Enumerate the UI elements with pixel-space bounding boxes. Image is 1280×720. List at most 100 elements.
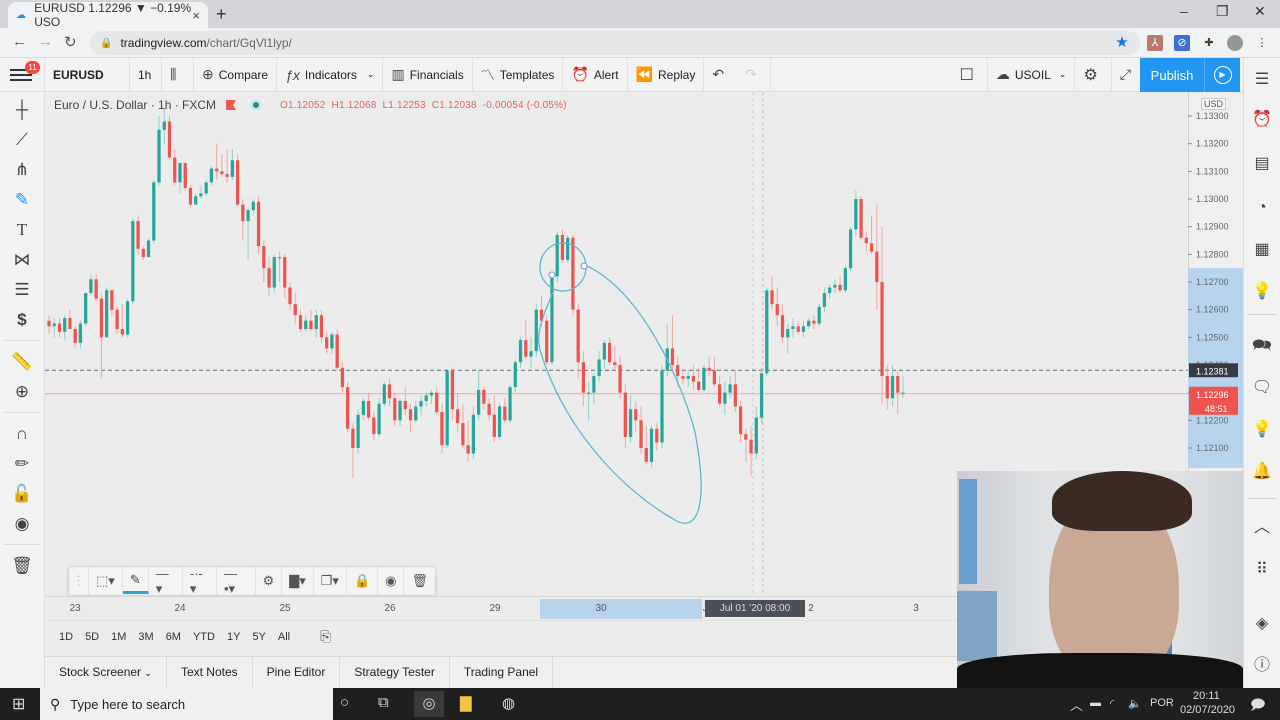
indicators-button[interactable]: ƒx Indicators ⌄ — [277, 57, 384, 92]
hide-eye-icon[interactable]: ◉ — [378, 567, 405, 595]
eye-icon[interactable]: ◉ — [0, 510, 44, 538]
range-5y[interactable]: 5Y — [252, 631, 265, 643]
range-1m[interactable]: 1M — [111, 631, 126, 643]
brush-tool-icon[interactable]: ✎ — [0, 186, 44, 214]
reload-icon[interactable]: ↻ — [64, 33, 77, 51]
tab-stock-screener[interactable]: Stock Screener ⌄ — [45, 657, 167, 689]
range-all[interactable]: All — [278, 631, 290, 643]
clone-button[interactable]: ❐▾ — [314, 567, 347, 595]
chats-icon[interactable]: 🗪 — [1244, 332, 1280, 360]
range-1y[interactable]: 1Y — [227, 631, 240, 643]
action-center-icon[interactable]: 🗩 — [1250, 694, 1266, 718]
volume-icon[interactable]: 🔈 — [1128, 697, 1142, 710]
range-3m[interactable]: 3M — [138, 631, 153, 643]
drawing-settings-gear-icon[interactable]: ⚙ — [256, 567, 283, 595]
blocker-extension-icon[interactable]: ⊘ — [1174, 35, 1190, 51]
calendar-icon[interactable]: ▦ — [1244, 236, 1280, 264]
help-icon[interactable]: ⓘ — [1244, 652, 1280, 680]
interval-button[interactable]: 1h — [130, 57, 162, 92]
line-end-button[interactable]: —•▾ — [217, 566, 256, 596]
zoom-in-icon[interactable]: ⊕ — [0, 378, 44, 406]
minimize-button[interactable]: – — [1180, 3, 1188, 19]
symbol-search-button[interactable]: EURUSD — [45, 57, 130, 92]
browser-menu-icon[interactable]: ⋮ — [1254, 35, 1270, 51]
tab-pine-editor[interactable]: Pine Editor — [253, 657, 341, 689]
line-width-button[interactable]: —▾ — [149, 566, 183, 596]
notifications-bell-icon[interactable]: 🔔 — [1244, 458, 1280, 486]
streams-icon[interactable]: 💡 — [1244, 416, 1280, 444]
tray-chevron-up-icon[interactable]: ︿ — [1070, 695, 1083, 714]
chart-type-button[interactable]: ⫼ — [162, 57, 194, 92]
range-ytd[interactable]: YTD — [193, 631, 215, 643]
close-window-button[interactable]: ✕ — [1254, 3, 1266, 20]
layers-icon[interactable]: ◈ — [1244, 610, 1280, 638]
text-tool-icon[interactable]: T — [0, 216, 44, 244]
new-tab-button[interactable]: + — [216, 4, 227, 25]
undo-button[interactable]: ↶ — [704, 58, 737, 92]
messages-icon[interactable]: 🗨 — [1244, 374, 1280, 402]
range-5d[interactable]: 5D — [85, 631, 99, 643]
currency-label[interactable]: USD — [1201, 98, 1227, 110]
lock-drawing-icon[interactable]: ✏ — [0, 450, 44, 478]
tab-text-notes[interactable]: Text Notes — [167, 657, 253, 689]
delete-trash-icon[interactable]: 🗑 — [404, 567, 435, 595]
chrome-taskbar-icon[interactable]: ◎ — [414, 691, 444, 717]
template-button[interactable]: ⬚▾ — [89, 567, 123, 595]
obs-icon[interactable]: ◍ — [502, 694, 515, 712]
alert-button[interactable]: ⏰ Alert — [563, 57, 628, 92]
collapse-chevrons-icon[interactable]: ︿ — [1244, 514, 1280, 542]
ideas-lightbulb-icon[interactable]: 💡 — [1244, 278, 1280, 306]
data-window-icon[interactable]: ▤ — [1244, 150, 1280, 178]
replay-button[interactable]: ⏪ Replay — [628, 57, 705, 92]
financials-button[interactable]: ▥ Financials — [383, 57, 473, 92]
maximize-button[interactable]: ❐ — [1216, 3, 1229, 20]
magnet-icon[interactable]: ∩ — [0, 420, 44, 448]
templates-button[interactable]: 〽 Templates — [473, 57, 564, 92]
pattern-tool-icon[interactable]: ⋈ — [0, 246, 44, 274]
legend-title[interactable]: Euro / U.S. Dollar · 1h · FXCM — [54, 98, 216, 112]
hotlist-icon[interactable]: ◔ — [1244, 194, 1280, 222]
range-1d[interactable]: 1D — [59, 631, 73, 643]
unlock-icon[interactable]: 🔓 — [0, 480, 44, 508]
language-indicator[interactable]: POR — [1150, 697, 1174, 709]
url-input[interactable]: 🔒 tradingview.com /chart/GqVl1lyp/ — [90, 31, 1140, 55]
ruler-icon[interactable]: 📏 — [0, 348, 44, 376]
range-6m[interactable]: 6M — [166, 631, 181, 643]
windows-start-icon[interactable]: ⊞ — [12, 694, 25, 714]
task-view-icon[interactable]: ⧉ — [378, 694, 389, 711]
alerts-clock-icon[interactable]: ⏰ — [1244, 106, 1280, 134]
drag-handle-icon[interactable]: ⋮ — [69, 567, 89, 595]
dollar-tool-icon[interactable]: $ — [0, 306, 44, 334]
line-style-button[interactable]: -·-▾ — [183, 566, 217, 596]
lock-icon[interactable]: 🔒 — [347, 567, 379, 595]
compare-symbol-button[interactable]: ☁ USOIL ⌄ — [988, 57, 1076, 92]
trend-line-tool-icon[interactable]: ⟋ — [0, 126, 44, 154]
file-explorer-icon[interactable]: ▇ — [460, 694, 472, 712]
battery-icon[interactable]: ▬ — [1090, 697, 1101, 709]
clock-time[interactable]: 20:11 — [1193, 690, 1220, 702]
prediction-tool-icon[interactable]: ☰ — [0, 276, 44, 304]
browser-tab[interactable]: ☁ EURUSD 1.12296 ▼ −0.19% USO × — [8, 1, 208, 29]
bookmark-star-icon[interactable]: ★ — [1114, 35, 1130, 51]
line-color-button[interactable]: ✎ — [122, 568, 149, 594]
cortana-icon[interactable]: ○ — [340, 694, 349, 711]
settings-button[interactable]: ⚙ — [1075, 57, 1112, 92]
publish-button[interactable]: Publish ▶ — [1140, 58, 1240, 92]
pdf-extension-icon[interactable]: ⅄ — [1147, 35, 1163, 51]
forward-arrow-icon[interactable]: → — [38, 33, 53, 50]
pitchfork-tool-icon[interactable]: ⋔ — [0, 156, 44, 184]
trash-icon[interactable]: 🗑 — [0, 552, 44, 580]
crosshair-tool-icon[interactable]: ┼ — [0, 96, 44, 124]
compare-button[interactable]: ⊕ Compare — [194, 57, 278, 92]
order-panel-icon[interactable]: ⠿ — [1244, 556, 1280, 584]
taskbar-search-input[interactable]: ⚲ Type here to search — [40, 688, 333, 720]
redo-button[interactable]: ↷ — [737, 57, 771, 92]
goto-date-icon[interactable]: ⎘ — [320, 628, 331, 645]
back-arrow-icon[interactable]: ← — [12, 33, 27, 50]
publish-video-button[interactable]: ▶ — [1204, 58, 1240, 92]
clock-date[interactable]: 02/07/2020 — [1180, 704, 1235, 716]
visual-order-button[interactable]: ▇▾ — [282, 567, 314, 595]
tab-trading-panel[interactable]: Trading Panel — [450, 657, 554, 689]
flag-icon[interactable] — [226, 100, 237, 110]
profile-avatar[interactable] — [1227, 35, 1243, 51]
